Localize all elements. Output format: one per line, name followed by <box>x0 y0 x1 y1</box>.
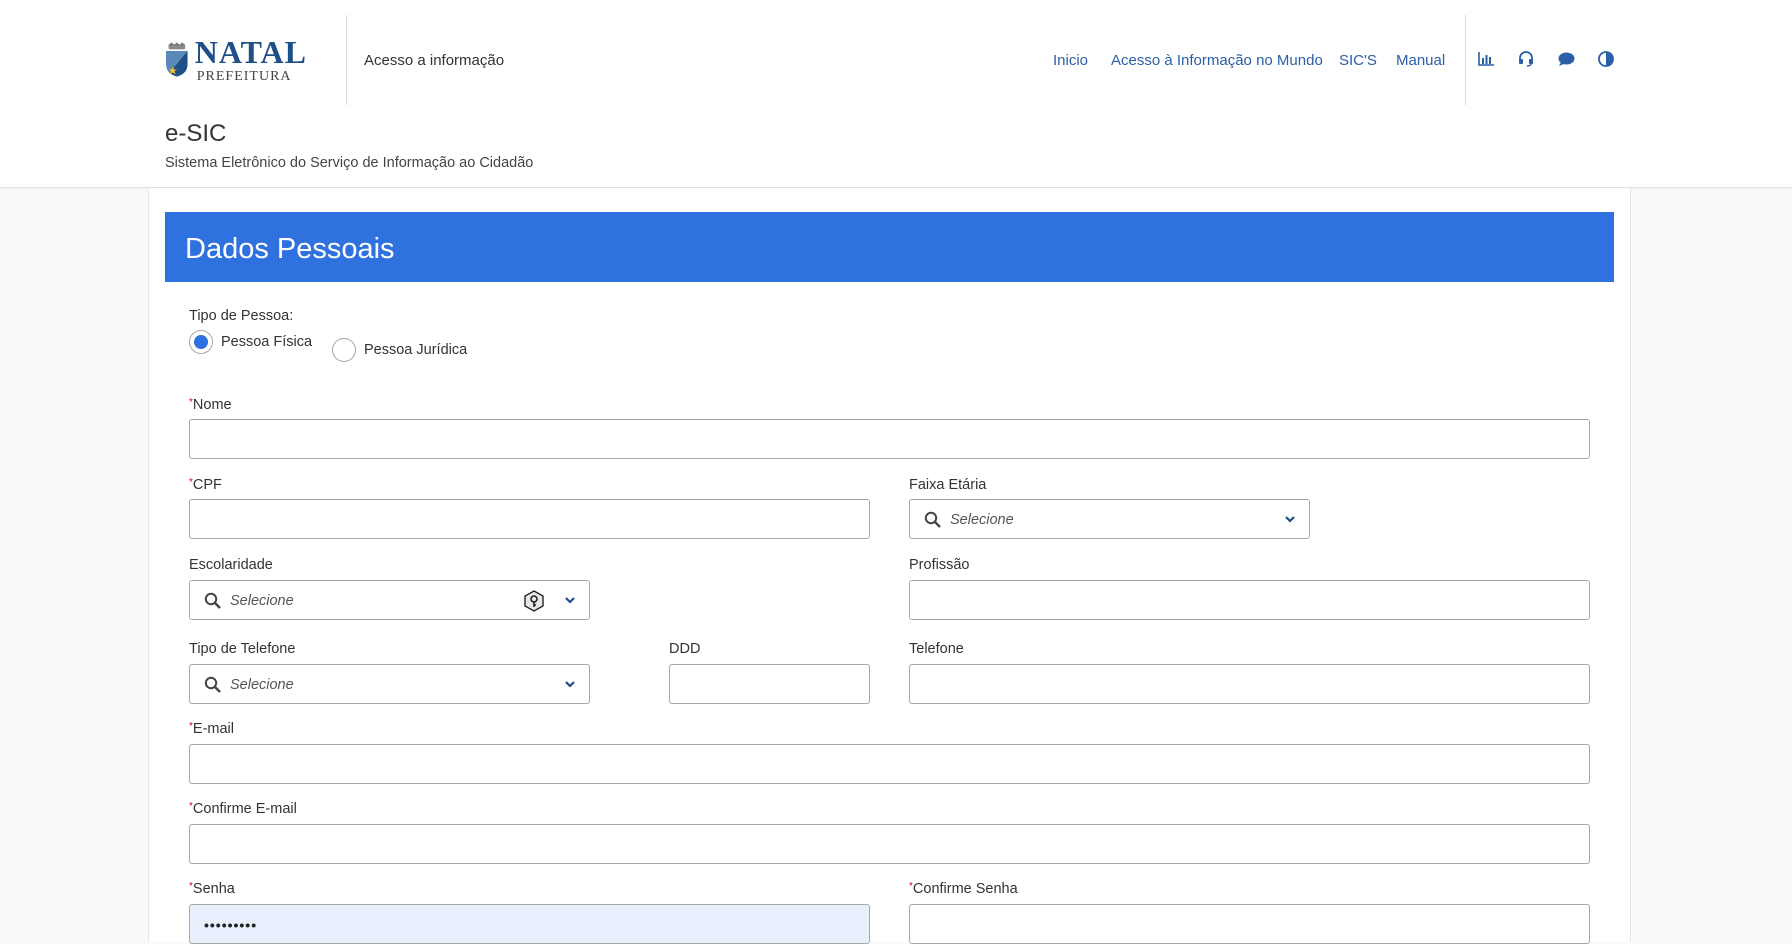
search-icon <box>924 511 941 528</box>
cpf-input[interactable] <box>189 499 870 539</box>
headset-icon[interactable] <box>1517 50 1535 68</box>
profissao-label: Profissão <box>909 557 970 573</box>
coat-of-arms-icon <box>166 42 188 77</box>
nav-link-inicio[interactable]: Inicio <box>1053 52 1088 69</box>
nav-link-acesso-mundo[interactable]: Acesso à Informação no Mundo <box>1111 52 1323 69</box>
faixa-etaria-placeholder: Selecione <box>950 512 1014 528</box>
chat-bubble-icon[interactable] <box>1557 50 1575 68</box>
email-label: *E-mail <box>189 721 234 737</box>
cpf-label: *CPF <box>189 477 222 493</box>
contrast-icon[interactable] <box>1597 50 1615 68</box>
escolaridade-select[interactable]: Selecione <box>189 580 590 620</box>
radio-pessoa-fisica[interactable] <box>189 330 213 354</box>
chevron-down-icon <box>565 597 575 604</box>
nav-link-sics[interactable]: SIC'S <box>1339 52 1377 69</box>
faixa-etaria-select[interactable]: Selecione <box>909 499 1310 539</box>
confirme-email-label: *Confirme E-mail <box>189 801 297 817</box>
tipo-telefone-select[interactable]: Selecione <box>189 664 590 704</box>
ddd-input[interactable] <box>669 664 870 704</box>
tipo-telefone-label: Tipo de Telefone <box>189 641 296 657</box>
confirme-email-label-text: Confirme E-mail <box>192 801 297 817</box>
confirme-senha-label-text: Confirme Senha <box>912 881 1018 897</box>
confirme-senha-input[interactable] <box>909 904 1590 944</box>
faixa-etaria-label: Faixa Etária <box>909 477 987 493</box>
senha-label-text: Senha <box>192 881 235 897</box>
nome-label: *Nome <box>189 397 232 413</box>
radio-pessoa-juridica[interactable] <box>332 338 356 362</box>
confirme-email-input[interactable] <box>189 824 1590 864</box>
chevron-down-icon <box>565 681 575 688</box>
escolaridade-label: Escolaridade <box>189 557 273 573</box>
ddd-label: DDD <box>669 641 701 657</box>
radio-pessoa-fisica-label[interactable]: Pessoa Física <box>221 334 312 350</box>
nome-input[interactable] <box>189 419 1590 459</box>
email-label-text: E-mail <box>192 721 234 737</box>
form-banner: Dados Pessoais <box>165 212 1614 282</box>
senha-label: *Senha <box>189 881 235 897</box>
search-icon <box>204 592 221 609</box>
cpf-label-text: CPF <box>192 477 222 493</box>
telefone-label: Telefone <box>909 641 964 657</box>
logo-title: NATAL <box>194 34 307 70</box>
tipo-telefone-placeholder: Selecione <box>230 677 294 693</box>
email-input[interactable] <box>189 744 1590 784</box>
senha-input[interactable]: ••••••••• <box>189 904 870 944</box>
escolaridade-placeholder: Selecione <box>230 593 294 609</box>
senha-value: ••••••••• <box>204 917 258 933</box>
form-title: Dados Pessoais <box>185 233 395 265</box>
radio-pessoa-juridica-label[interactable]: Pessoa Jurídica <box>364 342 467 358</box>
search-icon <box>204 676 221 693</box>
bar-chart-icon[interactable] <box>1477 50 1495 68</box>
chevron-down-icon <box>1285 516 1295 523</box>
password-manager-key-icon[interactable] <box>523 590 545 612</box>
app-subtitle: Sistema Eletrônico do Serviço de Informa… <box>165 155 534 171</box>
logo-subtitle: PREFEITURA <box>196 69 292 84</box>
telefone-input[interactable] <box>909 664 1590 704</box>
site-name-link[interactable]: Acesso a informação <box>364 52 504 69</box>
nav-link-manual[interactable]: Manual <box>1396 52 1445 69</box>
site-header: NATAL PREFEITURA Acesso a informação Ini… <box>0 0 1792 188</box>
person-type-label: Tipo de Pessoa: <box>189 308 294 324</box>
confirme-senha-label: *Confirme Senha <box>909 881 1018 897</box>
profissao-input[interactable] <box>909 580 1590 620</box>
divider <box>346 15 347 105</box>
natal-logo[interactable]: NATAL PREFEITURA <box>165 30 307 90</box>
nome-label-text: Nome <box>192 397 232 413</box>
divider <box>1465 15 1466 105</box>
app-title: e-SIC <box>165 120 227 147</box>
